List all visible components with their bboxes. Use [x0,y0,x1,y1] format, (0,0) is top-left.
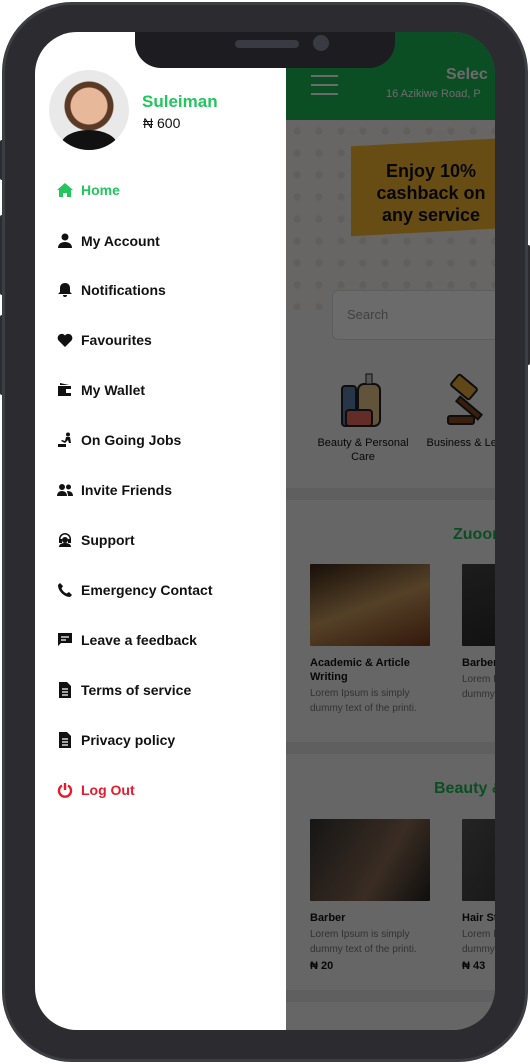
menu-item-emergency-contact[interactable]: Emergency Contact [57,578,212,602]
main-content: Selec 16 Azikiwe Road, P Enjoy 10% cashb… [286,32,495,1030]
card-description: Lorem Ipsum is simply dummy text of the … [310,929,417,955]
menu-item-leave-a-feedback[interactable]: Leave a feedback [57,628,197,652]
section-title: Zuoor [453,526,495,543]
menu-item-label: Home [81,182,120,198]
divider [286,488,495,500]
category-beauty[interactable]: Beauty & Personal Care [313,372,413,464]
menu-item-on-going-jobs[interactable]: On Going Jobs [57,428,181,452]
menu-item-label: Terms of service [81,682,192,698]
card-description: Lorem Ipsum is simply dummy text of the … [310,688,417,714]
header-address[interactable]: 16 Azikiwe Road, P [386,88,481,100]
card-image [462,819,495,901]
document-icon [59,682,71,698]
menu-item-label: On Going Jobs [81,432,182,448]
menu-item-my-account[interactable]: My Account [57,229,160,253]
cosmetics-icon [341,373,381,427]
menu-item-label: Invite Friends [81,482,173,498]
menu-item-label: Leave a feedback [81,632,197,648]
menu-item-label: Support [81,532,135,548]
menu-item-my-wallet[interactable]: My Wallet [57,378,145,402]
headset-icon [59,533,71,547]
menu-item-support[interactable]: Support [57,528,135,552]
divider [286,742,495,754]
screen: Selec 16 Azikiwe Road, P Enjoy 10% cashb… [35,32,495,1030]
search-input[interactable]: Search [332,290,495,340]
menu-item-log-out[interactable]: Log Out [57,778,135,802]
menu-item-label: My Account [81,233,160,249]
menu-item-label: Favourites [81,332,152,348]
worker-icon [58,432,71,447]
card-image [310,819,430,901]
avatar[interactable] [49,70,129,150]
card-price: ₦ 20 [310,960,334,972]
header-title: Selec [446,66,488,83]
wallet-balance: ₦ 600 [143,115,181,131]
menu-item-privacy-policy[interactable]: Privacy policy [57,728,175,752]
card-price: ₦ 43 [462,960,486,972]
category-label: Beauty & Personal Care [317,437,409,463]
menu-item-notifications[interactable]: Notifications [57,278,166,302]
card-title: Academic & Article Writing [310,657,410,683]
menu-item-label: Privacy policy [81,732,176,748]
service-card[interactable]: Hair St Lorem Ipsum is simply dummy text… [462,819,495,972]
divider [286,990,495,1002]
phone-icon [58,583,72,597]
promo-text: Enjoy 10% cashback on any service [376,161,486,225]
menu-item-home[interactable]: Home [57,178,120,202]
service-card[interactable]: Barber Lorem Ipsum is simply dummy text … [462,564,495,702]
menu-item-label: Emergency Contact [81,582,213,598]
menu-item-terms-of-service[interactable]: Terms of service [57,678,191,702]
menu-item-label: Log Out [81,782,135,798]
menu-item-label: My Wallet [81,382,146,398]
menu-item-invite-friends[interactable]: Invite Friends [57,478,172,502]
home-icon [57,183,73,197]
wallet-icon [58,383,72,396]
card-description: Lorem Ipsum is simply dummy text of the … [462,929,495,955]
power-icon [57,783,73,798]
section-title: Beauty & [434,780,495,797]
menu-item-label: Notifications [81,282,166,298]
card-image [462,564,495,646]
hamburger-menu-icon[interactable] [311,75,338,102]
service-card[interactable]: Academic & Article Writing Lorem Ipsum i… [310,564,430,716]
category-business[interactable]: Business & Legal [419,372,495,450]
card-title: Barber [462,657,495,669]
document-icon [59,732,71,748]
user-name: Suleiman [142,92,218,111]
menu-item-favourites[interactable]: Favourites [57,328,152,352]
navigation-drawer: Suleiman ₦ 600 Home My Account Notificatio… [35,32,286,1030]
gavel-icon [447,373,484,425]
service-card[interactable]: Barber Lorem Ipsum is simply dummy text … [310,819,430,972]
card-image [310,564,430,646]
person-icon [58,233,72,248]
group-icon [57,484,73,496]
card-title: Hair St [462,912,495,924]
card-description: Lorem Ipsum is simply dummy text of the … [462,674,495,700]
card-title: Barber [310,912,346,924]
heart-icon [57,333,73,347]
notch [135,32,395,68]
category-label: Business & Legal [426,437,496,449]
feedback-icon [58,633,72,646]
bell-icon [58,283,72,297]
